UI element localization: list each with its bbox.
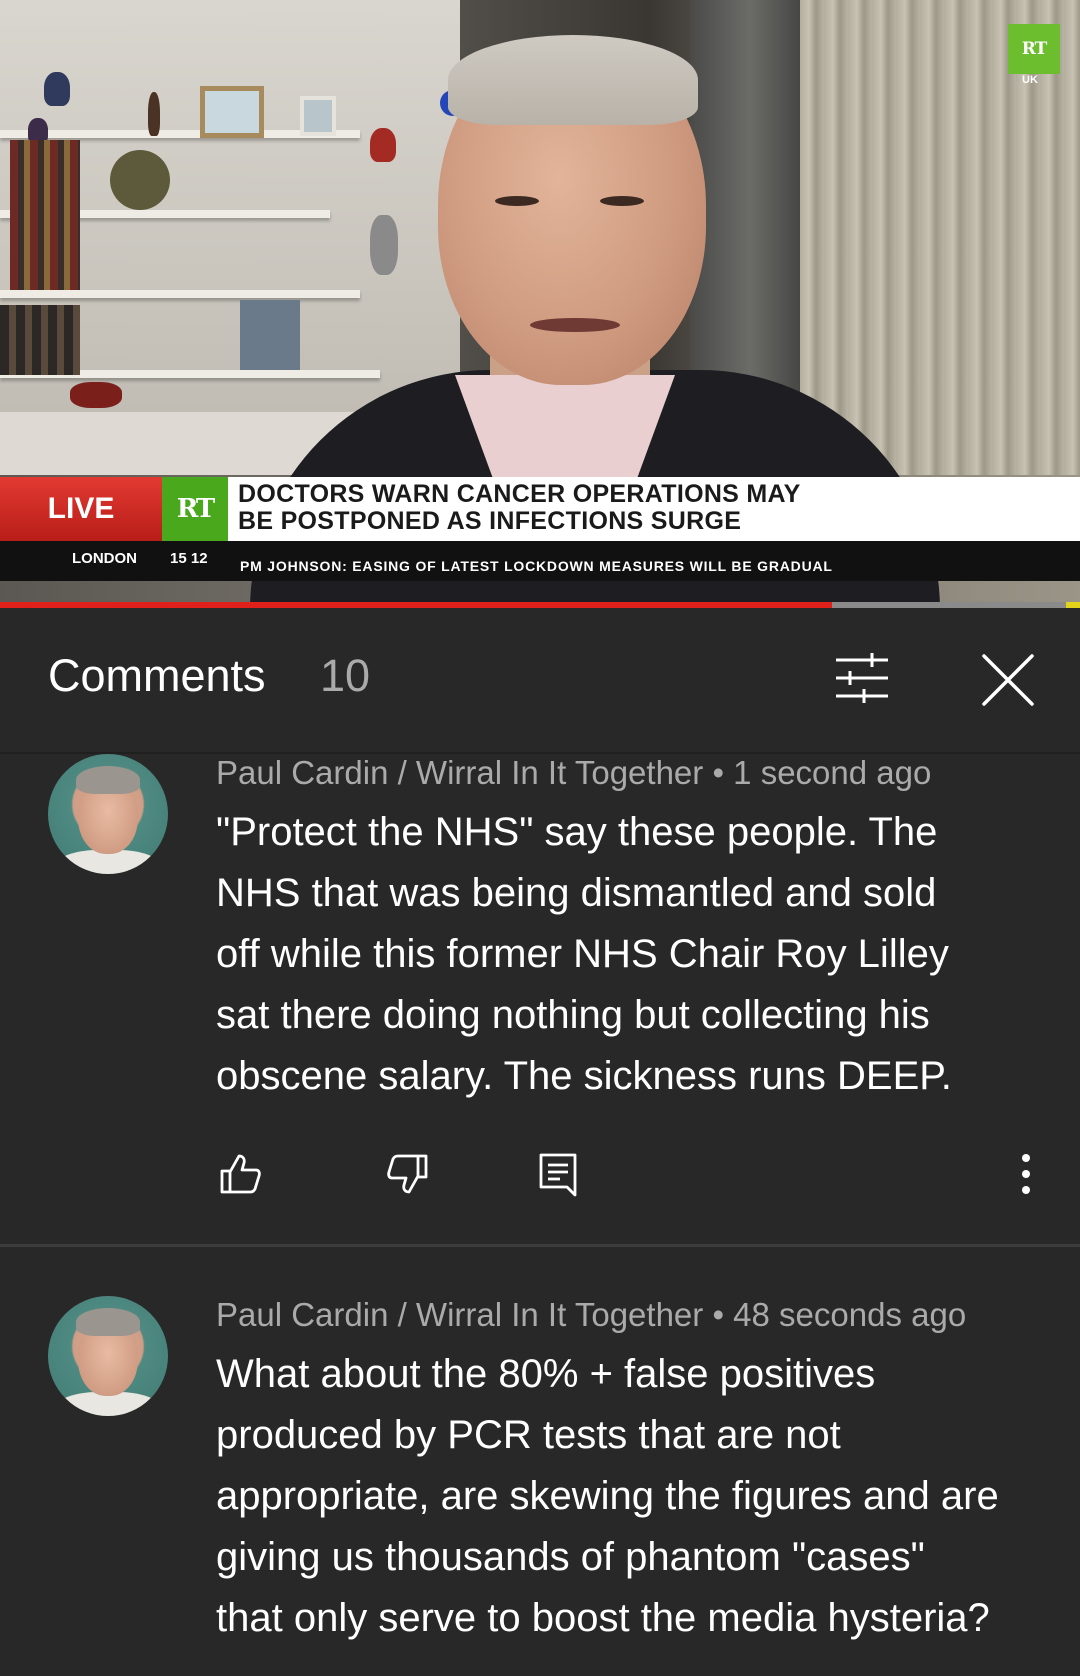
meta-separator: • [712, 1296, 724, 1333]
comment-meta: Paul Cardin / Wirral In It Together • 1 … [216, 754, 931, 792]
news-headline: DOCTORS WARN CANCER OPERATIONS MAY BE PO… [238, 480, 801, 535]
thumbs-down-icon [387, 1154, 428, 1194]
comment-author[interactable]: Paul Cardin / Wirral In It Together [216, 1296, 703, 1333]
sort-filter-button[interactable] [830, 650, 894, 706]
comment-meta: Paul Cardin / Wirral In It Together • 48… [216, 1296, 966, 1334]
comments-count: 10 [320, 650, 371, 701]
reply-button[interactable] [534, 1150, 582, 1198]
thumbs-up-icon [220, 1154, 261, 1194]
video-player[interactable]: RT UK LIVE RT DOCTORS WARN CANCER OPERAT… [0, 0, 1080, 608]
comments-title: Comments [48, 650, 266, 701]
ticker-location: LONDON [72, 550, 137, 567]
more-vert-icon [1022, 1154, 1030, 1194]
more-options-button[interactable] [1002, 1150, 1050, 1198]
reply-comment-icon [539, 1153, 577, 1197]
avatar[interactable] [48, 1296, 168, 1416]
comment-author[interactable]: Paul Cardin / Wirral In It Together [216, 754, 703, 791]
channel-region-label: UK [1022, 74, 1038, 86]
comment-text: What about the 80% + false positives pro… [216, 1352, 999, 1640]
rt-channel-logo: RT [1008, 24, 1060, 74]
avatar[interactable] [48, 754, 168, 874]
ticker-text: PM JOHNSON: EASING OF LATEST LOCKDOWN ME… [240, 558, 833, 574]
dislike-button[interactable] [384, 1150, 432, 1198]
comment-time: 1 second ago [733, 754, 932, 791]
live-badge: LIVE [0, 477, 162, 541]
ticker-time: 15 12 [170, 550, 208, 567]
meta-separator: • [712, 754, 724, 791]
comment-text: "Protect the NHS" say these people. The … [216, 810, 952, 1098]
comment-time: 48 seconds ago [733, 1296, 967, 1333]
like-button[interactable] [216, 1150, 264, 1198]
close-icon [982, 654, 1034, 706]
sort-filter-icon [836, 653, 888, 703]
rt-bug-logo: RT [162, 477, 228, 541]
comment-divider [0, 1244, 1080, 1247]
comment-actions [0, 1150, 1080, 1210]
close-comments-button[interactable] [978, 650, 1038, 710]
